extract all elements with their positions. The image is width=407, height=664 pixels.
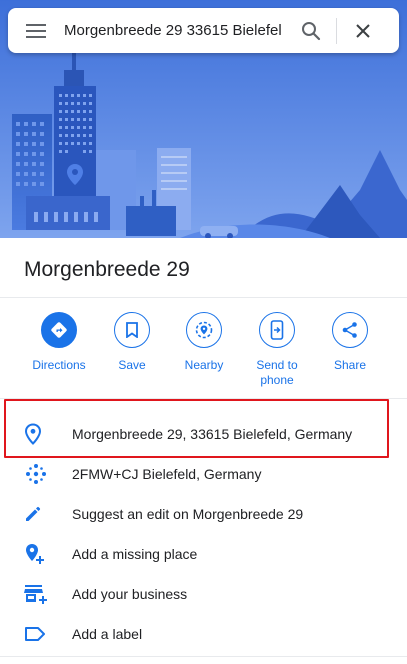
search-input[interactable] — [64, 18, 282, 43]
save-label: Save — [118, 358, 146, 372]
plus-code-text: 2FMW+CJ Bielefeld, Germany — [72, 466, 262, 482]
plus-code-icon — [26, 464, 46, 484]
add-business-row[interactable]: Add your business — [0, 574, 407, 614]
send-to-phone-circle — [259, 312, 295, 348]
pencil-icon — [26, 506, 41, 521]
actions-divider — [0, 398, 407, 399]
directions-button[interactable]: Directions — [22, 312, 96, 373]
suggest-edit-text: Suggest an edit on Morgenbreede 29 — [72, 506, 304, 522]
bookmark-icon — [126, 322, 138, 338]
save-circle — [114, 312, 150, 348]
directions-circle — [41, 312, 77, 348]
directions-icon — [51, 322, 67, 338]
add-label-text: Add a label — [72, 626, 143, 642]
nearby-icon — [195, 321, 213, 339]
phone-icon — [270, 320, 284, 340]
place-header: Morgenbreede 29 — [0, 238, 407, 298]
add-business-text: Add your business — [72, 586, 188, 602]
close-search-button[interactable] — [337, 8, 389, 53]
add-place-icon — [26, 544, 44, 564]
magnifier-icon — [302, 21, 321, 40]
share-icon — [342, 322, 357, 338]
plus-code-row[interactable]: 2FMW+CJ Bielefeld, Germany — [0, 454, 407, 494]
add-missing-place-text: Add a missing place — [72, 546, 198, 562]
bottom-divider — [0, 656, 407, 657]
nearby-circle — [186, 312, 222, 348]
add-missing-place-row[interactable]: Add a missing place — [0, 534, 407, 574]
action-buttons: Directions Save Nearby Send to phone Sha… — [22, 312, 392, 398]
suggest-edit-row[interactable]: Suggest an edit on Morgenbreede 29 — [0, 494, 407, 534]
share-button[interactable]: Share — [313, 312, 387, 373]
nearby-label: Nearby — [184, 358, 224, 372]
close-x-icon — [356, 23, 370, 38]
share-label: Share — [333, 358, 367, 372]
send-to-phone-label: Send to phone — [256, 358, 298, 387]
info-list: Morgenbreede 29, 33615 Bielefeld, German… — [0, 414, 407, 654]
location-pin-icon — [24, 423, 42, 445]
hamburger-menu-icon — [26, 23, 46, 38]
label-icon — [25, 627, 45, 641]
address-row[interactable]: Morgenbreede 29, 33615 Bielefeld, German… — [0, 414, 407, 454]
add-label-row[interactable]: Add a label — [0, 614, 407, 654]
send-to-phone-button[interactable]: Send to phone — [240, 312, 314, 388]
directions-label: Directions — [32, 358, 86, 372]
search-box — [8, 8, 399, 53]
address-text: Morgenbreede 29, 33615 Bielefeld, German… — [72, 426, 353, 442]
search-button[interactable] — [286, 8, 336, 53]
nearby-button[interactable]: Nearby — [167, 312, 241, 373]
place-title: Morgenbreede 29 — [24, 258, 190, 281]
menu-button[interactable] — [8, 8, 64, 53]
add-business-icon — [24, 585, 47, 604]
share-circle — [332, 312, 368, 348]
save-button[interactable]: Save — [95, 312, 169, 373]
